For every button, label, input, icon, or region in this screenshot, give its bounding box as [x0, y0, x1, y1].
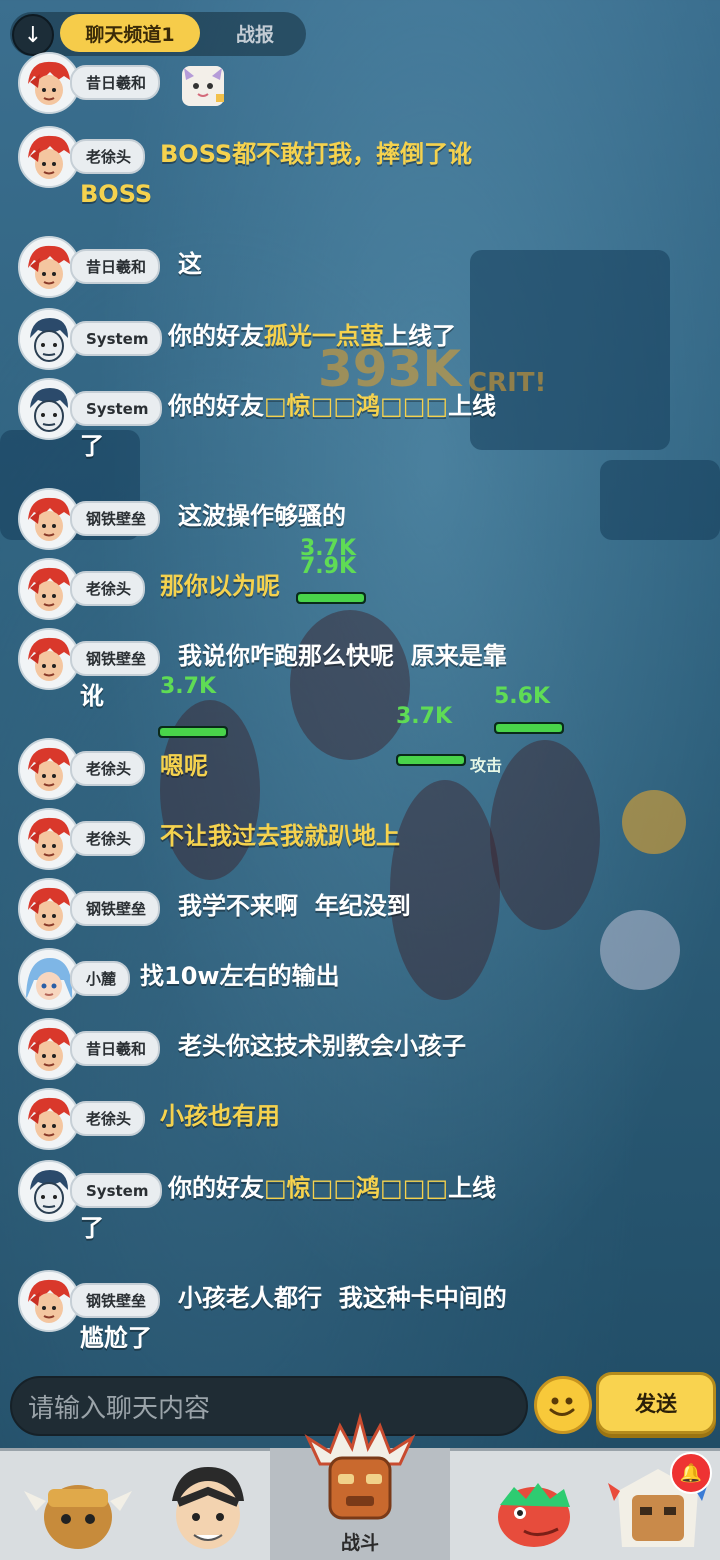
chat-input[interactable]: 请输入聊天内容	[10, 1376, 528, 1436]
chat-message: 钢铁壁垒 我说你咋跑那么快呢 原来是靠 讹	[18, 628, 708, 718]
health-bar	[494, 722, 564, 734]
system-message: System 你的好友孤光一点萤上线了	[18, 308, 708, 370]
player-name[interactable]: 钢铁壁垒	[70, 1283, 161, 1318]
send-button[interactable]: 发送	[596, 1372, 716, 1434]
player-name[interactable]: 昔日羲和	[70, 1031, 161, 1066]
health-bar	[158, 726, 228, 738]
battle-mask-icon	[304, 1412, 416, 1520]
cat-sticker-icon	[176, 62, 230, 110]
system-message: System 你的好友□惊□□鸿□□□上线 了	[18, 1160, 708, 1250]
message-prefix: 你的好友	[168, 322, 264, 350]
chat-message: 小麓 找10w左右的输出	[18, 948, 708, 1010]
message-text: BOSS都不敢打我，摔倒了讹	[160, 140, 473, 168]
player-name[interactable]: 小麓	[70, 961, 131, 996]
friend-name: □惊□□鸿□□□	[264, 392, 449, 420]
smiley-icon	[549, 1397, 575, 1416]
chat-message: 老徐头 那你以为呢	[18, 558, 708, 620]
nav-dinosaur[interactable]	[474, 1451, 594, 1560]
message-text: 小孩也有用	[160, 1102, 280, 1130]
message-suffix: 上线	[448, 392, 497, 420]
player-name[interactable]: 老徐头	[70, 751, 146, 786]
chat-message: 昔日羲和 老头你这技术别教会小孩子	[18, 1018, 708, 1080]
message-text: 了	[80, 432, 104, 460]
player-name[interactable]: 钢铁壁垒	[70, 891, 161, 926]
chat-message: 钢铁壁垒 小孩老人都行 我这种卡中间的 尴尬了	[18, 1270, 708, 1360]
message-text: 嗯呢	[160, 752, 208, 780]
message-prefix: 你的好友	[168, 392, 264, 420]
chat-message: 钢铁壁垒 我学不来啊 年纪没到	[18, 878, 708, 940]
message-prefix: 你的好友	[168, 1174, 264, 1202]
message-text: 我学不来啊 年纪没到	[178, 892, 411, 920]
message-suffix: 上线了	[384, 322, 456, 350]
message-text: 那你以为呢	[160, 572, 280, 600]
player-name[interactable]: 老徐头	[70, 571, 146, 606]
hero-portrait-icon	[172, 1467, 244, 1549]
message-text: 你的好友□惊□□鸿□□□上线	[168, 386, 496, 426]
dinosaur-icon	[498, 1483, 570, 1547]
emoji-button[interactable]	[534, 1376, 592, 1434]
message-text: 讹	[80, 682, 104, 710]
message-text: 小孩老人都行 我这种卡中间的	[178, 1284, 507, 1312]
message-text: 我说你咋跑那么快呢 原来是靠	[178, 642, 507, 670]
bell-icon: 🔔	[670, 1452, 712, 1494]
chat-message: 老徐头 小孩也有用	[18, 1088, 708, 1150]
player-name[interactable]: 钢铁壁垒	[70, 501, 161, 536]
chat-message: 老徐头 BOSS都不敢打我，摔倒了讹 BOSS	[18, 126, 708, 216]
chat-message: 钢铁壁垒 这波操作够骚的	[18, 488, 708, 550]
message-text: 这波操作够骚的	[178, 502, 346, 530]
tab-chat-channel[interactable]: 聊天频道1	[60, 14, 200, 52]
chat-message: 老徐头 嗯呢	[18, 738, 708, 800]
system-name: System	[70, 321, 163, 356]
chat-message: 昔日羲和	[18, 52, 708, 114]
message-text: 找10w左右的输出	[140, 962, 340, 990]
nav-battle[interactable]: 战斗	[270, 1408, 450, 1560]
chat-message: 昔日羲和 这	[18, 236, 708, 298]
message-text: 了	[80, 1214, 104, 1242]
friend-name: 孤光一点萤	[264, 322, 384, 350]
nav-hero-portrait[interactable]	[148, 1451, 268, 1560]
player-name[interactable]: 老徐头	[70, 139, 146, 174]
message-text: 你的好友□惊□□鸿□□□上线	[168, 1168, 496, 1208]
player-name[interactable]: 老徐头	[70, 821, 146, 856]
player-name[interactable]: 昔日羲和	[70, 65, 161, 100]
message-text: 尴尬了	[80, 1324, 152, 1352]
nav-horned-hero[interactable]	[18, 1451, 138, 1560]
message-text: 你的好友孤光一点萤上线了	[168, 316, 456, 356]
message-text: 这	[178, 250, 202, 278]
scroll-to-bottom-button[interactable]: ↓	[12, 14, 54, 56]
player-name[interactable]: 昔日羲和	[70, 249, 161, 284]
player-name[interactable]: 钢铁壁垒	[70, 641, 161, 676]
message-text: 老头你这技术别教会小孩子	[178, 1032, 466, 1060]
player-name[interactable]: 老徐头	[70, 1101, 146, 1136]
horned-hero-icon	[24, 1485, 132, 1549]
chat-message: 老徐头 不让我过去我就趴地上	[18, 808, 708, 870]
system-name: System	[70, 391, 163, 426]
system-message: System 你的好友□惊□□鸿□□□上线 了	[18, 378, 708, 468]
message-text: BOSS	[80, 180, 153, 208]
system-name: System	[70, 1173, 163, 1208]
message-text: 不让我过去我就趴地上	[160, 822, 400, 850]
nav-battle-label: 战斗	[340, 1532, 379, 1554]
message-suffix: 上线	[448, 1174, 497, 1202]
arrow-down-icon: ↓	[23, 22, 43, 48]
friend-name: □惊□□鸿□□□	[264, 1174, 449, 1202]
tab-battle-report[interactable]: 战报	[210, 14, 300, 52]
